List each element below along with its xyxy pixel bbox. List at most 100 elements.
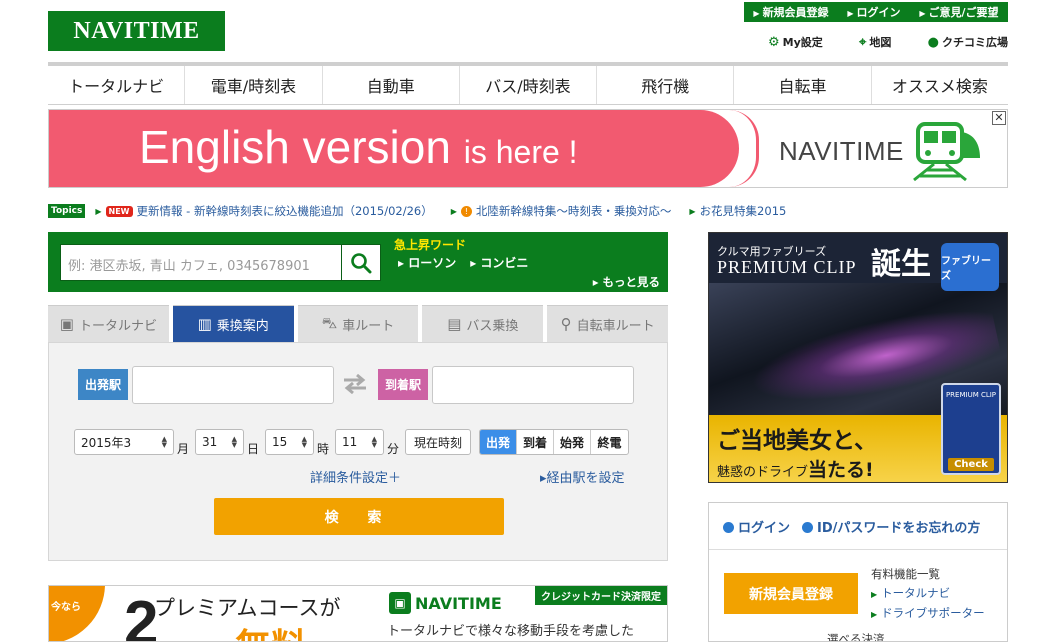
main-nav: トータルナビ 電車/時刻表 自動車 バス/時刻表 飛行機 自転車 オススメ検索 — [48, 62, 1008, 105]
trending-list: ▸ ローソン ▸ コンビニ — [398, 254, 528, 271]
route-tabs: ▣ トータルナビ ▥ 乗換案内 ⛍ 車ルート ▤ バス乗換 ⚲ 自転車ルート — [48, 305, 668, 350]
topic-link[interactable]: お花見特集2015 — [700, 203, 787, 219]
tab-total-navi[interactable]: ▣ トータルナビ — [48, 305, 169, 342]
detail-settings-link[interactable]: 詳細条件設定＋ — [310, 467, 401, 486]
top-links-bar: ▶ 新規会員登録 ▶ ログイン ▶ ご意見/ご要望 — [744, 2, 1008, 22]
stepper-icon: ▲ ▼ — [301, 435, 307, 449]
mode-first-train[interactable]: 始発 — [554, 430, 591, 454]
paid-features-list: 有料機能一覧 ▶ トータルナビ ▶ ドライブサポーター — [871, 565, 985, 624]
login-row: ログイン ID/パスワードをお忘れの方 — [723, 517, 980, 536]
english-version-banner[interactable]: English version is here ! NAVITIME ✕ — [48, 109, 1008, 188]
hour-select[interactable]: 15 ▲ ▼ — [265, 429, 314, 455]
to-label: 到着駅 — [378, 369, 428, 400]
month-unit: 月 — [177, 442, 190, 456]
login-link[interactable]: ▶ ログイン — [847, 4, 900, 20]
topics-bar: Topics ▶ NEW 更新情報 - 新幹線時刻表に絞込機能追加（2015/0… — [48, 203, 1008, 219]
ad-check-button: Check — [948, 458, 994, 471]
pin-icon: ⌖ — [859, 34, 867, 50]
trending-keyword[interactable]: ▸ コンビニ — [470, 254, 528, 271]
hour-unit: 時 — [317, 442, 330, 456]
route-search-button[interactable]: 検 索 — [214, 498, 504, 535]
tab-bus-transfer[interactable]: ▤ バス乗換 — [422, 305, 544, 342]
premium-course-ad[interactable]: 今なら 2 プレミアムコースが ー無料 ▣NAVITIME トータルナビで様々な… — [48, 585, 668, 642]
search-button[interactable] — [341, 244, 381, 281]
banner-curve — [729, 110, 759, 187]
login-link[interactable]: ログイン — [723, 517, 790, 536]
spot-search-box: 例: 港区赤坂, 青山 カフェ, 0345678901 急上昇ワード ▸ ローソ… — [48, 232, 668, 292]
nav-recommended-search[interactable]: オススメ検索 — [872, 66, 1008, 104]
day-unit: 日 — [247, 442, 260, 456]
nav-airplane[interactable]: 飛行機 — [597, 66, 735, 104]
ad-line3: 誕生 — [871, 247, 931, 282]
triangle-icon: ▶ — [689, 206, 696, 216]
banner-headline: English version is here ! — [139, 121, 578, 173]
ad-bottom-line1: ご当地美女と、 — [717, 428, 878, 454]
triangle-icon: ▶ — [95, 206, 102, 216]
nav-total-navi[interactable]: トータルナビ — [48, 66, 186, 104]
triangle-icon: ▶ — [450, 206, 457, 216]
ad-product-logo: ファブリーズ — [941, 243, 999, 291]
kuchikomi-link[interactable]: ● クチコミ広場 — [928, 33, 1008, 51]
circle-arrow-icon — [723, 522, 734, 533]
train-icon: ▥ — [197, 315, 212, 333]
box-icon: ▣ — [59, 315, 74, 333]
search-icon — [351, 252, 372, 273]
trending-title: 急上昇ワード — [394, 238, 467, 252]
tab-car-route[interactable]: ⛍ 車ルート — [297, 305, 419, 342]
login-box: ログイン ID/パスワードをお忘れの方 新規会員登録 有料機能一覧 ▶ トータルナ… — [708, 502, 1008, 642]
stepper-icon: ▲ ▼ — [161, 435, 167, 449]
tab-transfer[interactable]: ▥ 乗換案内 — [172, 305, 294, 350]
ad-bottom-line2: 魅惑のドライブ当たる! — [717, 459, 874, 481]
banner-close-button[interactable]: ✕ — [992, 111, 1006, 125]
ad-free-text: ー無料 — [199, 618, 307, 641]
nav-bus-timetable[interactable]: バス/時刻表 — [460, 66, 598, 104]
now-button[interactable]: 現在時刻 — [405, 429, 471, 455]
car-icon: ⛍ — [321, 314, 338, 332]
tab-bicycle-route[interactable]: ⚲ 自転車ルート — [547, 305, 668, 342]
from-station-input[interactable] — [132, 366, 334, 404]
day-select[interactable]: 31 ▲ ▼ — [195, 429, 244, 455]
mode-last-train[interactable]: 終電 — [591, 430, 628, 454]
gear-icon: ⚙ — [768, 34, 780, 50]
ad-package: PREMIUM CLIP Check — [941, 383, 1001, 475]
month-select[interactable]: 2015年3 ▲ ▼ — [74, 429, 174, 455]
search-input[interactable]: 例: 港区赤坂, 青山 カフェ, 0345678901 — [60, 244, 342, 281]
bicycle-icon: ⚲ — [560, 315, 572, 333]
trending-keyword[interactable]: ▸ ローソン — [398, 254, 456, 271]
feature-link-drive-supporter[interactable]: ▶ ドライブサポーター — [871, 604, 985, 624]
chat-icon: ● — [927, 34, 939, 50]
paid-features-title: 有料機能一覧 — [871, 567, 940, 581]
navitime-box-icon: ▣ — [389, 592, 411, 614]
feedback-link[interactable]: ▶ ご意見/ご要望 — [919, 4, 998, 20]
nav-bicycle[interactable]: 自転車 — [734, 66, 872, 104]
map-link[interactable]: ⌖ 地図 — [859, 33, 891, 51]
divider — [709, 549, 1007, 550]
feature-link-total-navi[interactable]: ▶ トータルナビ — [871, 584, 985, 604]
bus-icon: ▤ — [447, 315, 462, 333]
train-icon — [913, 122, 980, 182]
nav-train-timetable[interactable]: 電車/時刻表 — [185, 66, 323, 104]
mode-arrival[interactable]: 到着 — [517, 430, 554, 454]
payment-options-heading: 選べる決済 — [827, 632, 885, 642]
topic-link[interactable]: 北陸新幹線特集〜時刻表・乗換対応〜 — [476, 203, 672, 219]
topics-badge: Topics — [48, 204, 86, 218]
stepper-icon: ▲ ▼ — [371, 435, 377, 449]
navitime-logo[interactable]: NAVITIME — [48, 11, 225, 51]
topic-link[interactable]: 更新情報 - 新幹線時刻表に絞込機能追加（2015/02/26） — [137, 203, 433, 219]
forgot-password-link[interactable]: ID/パスワードをお忘れの方 — [802, 517, 980, 536]
mode-departure[interactable]: 出発 — [480, 430, 517, 454]
register-link[interactable]: ▶ 新規会員登録 — [753, 4, 828, 20]
register-button[interactable]: 新規会員登録 — [724, 573, 858, 614]
swap-icon[interactable] — [342, 374, 368, 394]
febreze-ad[interactable]: クルマ用ファブリーズ PREMIUM CLIP 誕生 ファブリーズ ご当地美女と… — [708, 232, 1008, 483]
more-link[interactable]: ▸ もっと見る — [593, 274, 660, 290]
nav-car[interactable]: 自動車 — [323, 66, 460, 104]
from-label: 出発駅 — [78, 369, 128, 400]
my-settings-link[interactable]: ⚙ My設定 — [768, 33, 823, 51]
ad-description: トータルナビで様々な移動手段を考慮した — [387, 624, 635, 639]
minute-select[interactable]: 11 ▲ ▼ — [335, 429, 384, 455]
minute-unit: 分 — [387, 442, 400, 456]
ad-navitime-logo: ▣ NAVITIME — [389, 592, 502, 614]
via-station-link[interactable]: ▸経由駅を設定 — [540, 467, 625, 486]
to-station-input[interactable] — [432, 366, 634, 404]
